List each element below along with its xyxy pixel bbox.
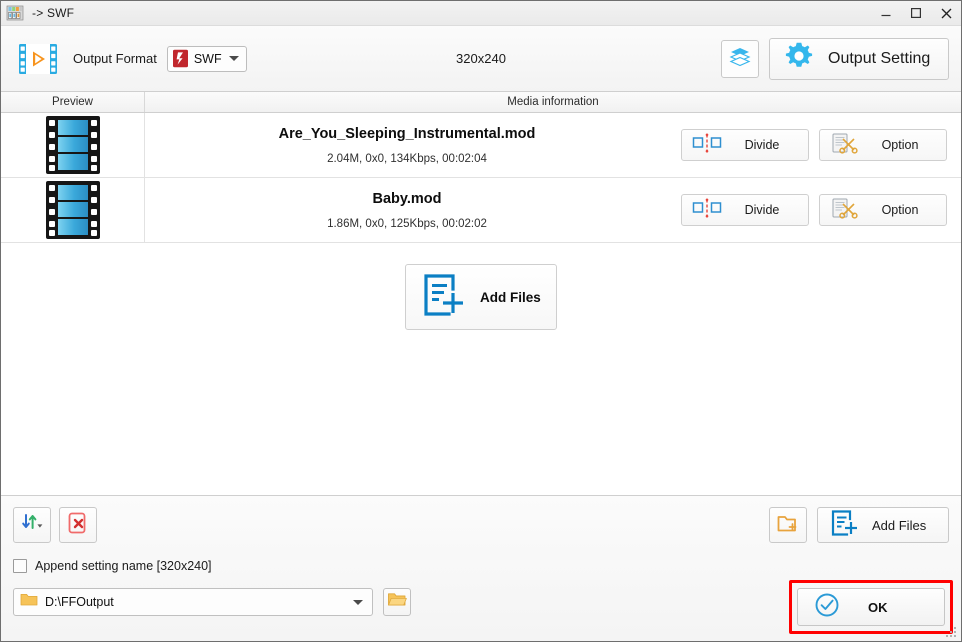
add-files-center-label: Add Files [480,289,541,305]
bottom-toolbar-right: Add Files [769,507,949,543]
append-setting-name-checkbox[interactable] [13,559,27,573]
sort-button[interactable] [13,507,51,543]
folder-icon [20,592,38,612]
file-name: Are_You_Sleeping_Instrumental.mod [278,125,536,142]
file-list[interactable]: Are_You_Sleeping_Instrumental.mod 2.04M,… [1,113,961,495]
bottom-toolbar: Add Files [13,506,949,544]
file-meta: 2.04M, 0x0, 134Kbps, 00:02:04 [327,152,487,165]
new-folder-icon [776,512,800,539]
divide-label: Divide [744,138,780,152]
film-strip-thumbnail-icon [45,181,100,239]
row-media-info: Are_You_Sleeping_Instrumental.mod 2.04M,… [145,113,669,177]
table-row[interactable]: Are_You_Sleeping_Instrumental.mod 2.04M,… [1,113,961,178]
row-actions: Divide Option [669,113,961,177]
window-controls [871,1,961,25]
application-window: -> SWF Output Format SWF 320x240 Output … [0,0,962,642]
folder-open-icon [387,591,407,613]
list-column-header: Preview Media information [1,92,961,113]
divide-label: Divide [744,203,780,217]
gear-icon [784,41,814,76]
video-film-icon [17,38,59,80]
add-files-icon [830,509,860,542]
file-meta: 1.86M, 0x0, 125Kbps, 00:02:02 [327,217,487,230]
column-header-preview: Preview [1,92,145,112]
window-title: -> SWF [32,6,75,20]
sort-arrows-icon [20,512,44,539]
ok-button[interactable]: OK [797,588,945,626]
divide-icon [692,198,722,223]
row-preview-cell [1,113,145,177]
output-format-label: Output Format [73,51,157,66]
check-circle-icon [814,592,840,623]
toolbar: Output Format SWF 320x240 Output Setting [1,26,961,92]
remove-file-button[interactable] [59,507,97,543]
layers-button[interactable] [721,39,759,78]
row-actions: Divide Option [669,178,961,242]
option-label: Option [881,203,919,217]
chevron-down-icon [228,56,239,61]
option-button[interactable]: Option [819,194,947,226]
column-header-media-information: Media information [507,96,599,108]
add-files-button[interactable]: Add Files [817,507,949,543]
output-format-select[interactable]: SWF [166,45,247,72]
append-setting-name-row[interactable]: Append setting name [320x240] [13,557,949,575]
new-folder-button[interactable] [769,507,807,543]
file-name: Baby.mod [372,190,442,207]
add-files-icon [422,273,466,322]
layers-icon [729,45,751,72]
close-button[interactable] [931,1,961,26]
bottom-panel: Add Files Append setting name [320x240] … [1,495,961,641]
browse-folder-button[interactable] [383,588,411,616]
output-format-value: SWF [193,51,222,66]
ok-button-highlight: OK [789,580,953,634]
append-setting-name-label: Append setting name [320x240] [35,559,212,573]
option-label: Option [881,138,919,152]
toolbar-right-group: Output Setting [721,37,949,80]
remove-file-icon [66,511,90,540]
divide-icon [692,133,722,158]
add-files-label: Add Files [872,517,927,533]
maximize-button[interactable] [901,1,931,26]
minimize-button[interactable] [871,1,901,26]
option-button[interactable]: Option [819,129,947,161]
divide-button[interactable]: Divide [681,194,809,226]
row-preview-cell [1,178,145,242]
table-row[interactable]: Baby.mod 1.86M, 0x0, 125Kbps, 00:02:02 D… [1,178,961,243]
chevron-down-icon [353,599,363,605]
title-bar: -> SWF [1,1,961,26]
row-media-info: Baby.mod 1.86M, 0x0, 125Kbps, 00:02:02 [145,178,669,242]
resize-grip[interactable] [946,627,958,639]
swf-file-icon [172,49,189,68]
add-files-center-wrap: Add Files [1,243,961,330]
divide-button[interactable]: Divide [681,129,809,161]
output-path-value: D:\FFOutput [45,595,114,609]
output-path-select[interactable]: D:\FFOutput [13,588,373,616]
film-strip-thumbnail-icon [45,116,100,174]
ok-label: OK [868,599,888,615]
scissors-document-icon [830,132,860,159]
output-setting-button[interactable]: Output Setting [769,37,949,80]
scissors-document-icon [830,197,860,224]
app-icon [6,4,24,22]
add-files-center-button[interactable]: Add Files [405,264,557,330]
output-setting-label: Output Setting [828,49,931,67]
